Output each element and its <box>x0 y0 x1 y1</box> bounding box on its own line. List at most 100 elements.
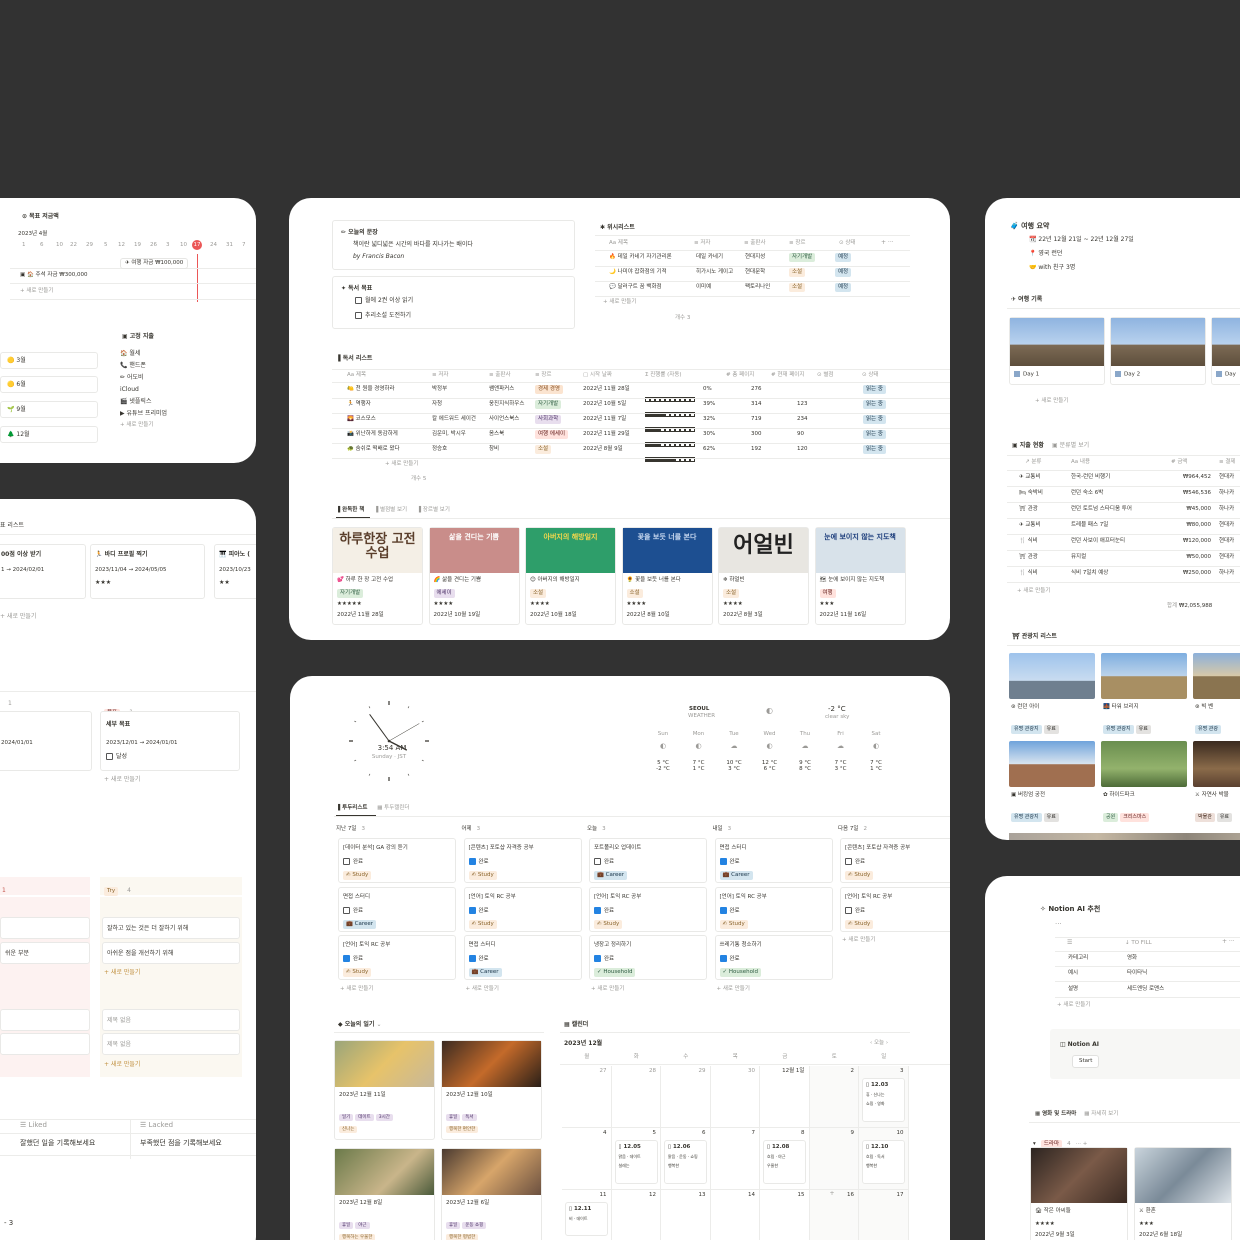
calendar-event[interactable]: ▯ 12.10 흐림 · 독서 행복한 <box>862 1140 905 1184</box>
trip-day-card[interactable]: Day 1 <box>1009 317 1105 385</box>
calendar-day-cell[interactable]: 17 <box>859 1190 909 1240</box>
book-title-cell[interactable]: 📸 위난하게 동감하게 <box>347 431 398 438</box>
calendar-day-cell[interactable]: 12월 1일 <box>760 1066 810 1128</box>
todo-add[interactable]: + 새로 만들기 <box>717 986 750 993</box>
wish-add[interactable]: + 새로 만들기 <box>603 299 636 306</box>
todo-check[interactable]: 완료 <box>719 858 740 866</box>
retro-card[interactable]: 잘하고 있는 것은 더 잘하기 위해 <box>102 917 240 939</box>
checkbox-icon[interactable] <box>343 858 350 865</box>
diary-card[interactable]: 2023년 12월 11일 일기 데이트 3시간 신나는 <box>334 1040 435 1140</box>
calendar-day-cell[interactable]: 29 <box>661 1066 711 1128</box>
checkbox-icon[interactable] <box>594 906 601 914</box>
tour-card[interactable]: ▣ 버킹엄 궁전 유명 관광지 유료 <box>1009 741 1095 822</box>
checkbox-icon[interactable] <box>845 906 852 914</box>
checkbox-icon[interactable] <box>468 906 476 914</box>
todo-check[interactable]: 완료 <box>845 858 865 866</box>
calendar-day-cell[interactable]: 30 <box>710 1066 760 1128</box>
checkbox-icon[interactable] <box>719 906 727 914</box>
tab-stars[interactable]: ▐ 별점별 보기 <box>374 507 407 513</box>
wish-status-tag[interactable]: 예정 <box>835 253 852 262</box>
spend-add[interactable]: + 새로 만들기 <box>1017 588 1050 595</box>
fixed-item[interactable]: 🎬 넷플릭스 <box>120 398 167 406</box>
todo-check[interactable]: 완료 <box>343 858 363 866</box>
tour-card[interactable]: ⊛ 빅 벤 유명 관광 <box>1193 653 1240 734</box>
spend-desc[interactable]: 한국-런던 비행기 <box>1071 474 1110 481</box>
retro-card[interactable]: 쉬운 부분 <box>0 942 90 964</box>
liked-cell[interactable]: 잘했던 일을 기록해보세요 <box>20 1139 95 1148</box>
calendar-event[interactable]: ▯ 12.05 맑음 · 데이트 설레는 <box>614 1140 658 1184</box>
todo-card[interactable]: 면접 스터디 완료 💼 Career <box>463 935 582 980</box>
goal-checkbox[interactable]: 월에 2권 이상 읽기 <box>355 297 413 305</box>
spend-desc[interactable]: 식비 7일치 예상 <box>1071 570 1108 577</box>
calendar-nav[interactable]: ‹ 오늘 › <box>870 1040 888 1047</box>
movie-card[interactable]: ⚔ 환혼 ★★★ 2022년 6월 18일 <box>1134 1147 1232 1240</box>
todo-card[interactable]: 면접 스터디 완료 💼 Career <box>338 886 456 932</box>
books-add[interactable]: + 새로 만들기 <box>385 461 418 468</box>
trip-add[interactable]: + 새로 만들기 <box>1035 398 1068 405</box>
todo-card[interactable]: [언어] 토익 RC 공부 완료 ✍ Study <box>714 886 833 932</box>
saving-add[interactable]: + 새로 만들기 <box>20 288 53 295</box>
calendar-day-cell[interactable]: 15 <box>760 1190 810 1240</box>
todo-card[interactable]: [언어] 토익 RC 공부 완료 ✍ Study <box>589 886 707 932</box>
month-card[interactable]: 🌲 12월 <box>0 426 98 443</box>
trip-day-card[interactable]: Day 2 <box>1110 317 1206 385</box>
tour-card[interactable]: ⚔ 자연사 박물 박물관 유료 <box>1193 741 1240 822</box>
checkbox-icon[interactable] <box>343 955 350 962</box>
month-card[interactable]: 🟡 3월 <box>0 352 98 369</box>
retro-add[interactable]: + 새로 만들기 <box>104 1061 140 1069</box>
tab-finished[interactable]: ▐ 완독한 책 <box>336 507 364 513</box>
retro-add[interactable]: + 새로 만들기 <box>104 969 140 977</box>
ai-add[interactable]: + 새로 만들기 <box>1057 1002 1090 1009</box>
todo-card[interactable]: 면접 스터디 완료 💼 Career <box>714 838 833 883</box>
book-title-cell[interactable]: 🌄 코스모스 <box>347 416 376 423</box>
goals-add[interactable]: + 새로 만들기 <box>0 613 36 621</box>
fixed-item[interactable]: iCloud <box>120 386 167 394</box>
calendar-day-cell[interactable]: 13 <box>661 1190 711 1240</box>
board-card[interactable]: 세부 목표 2023/12/01 → 2024/01/01 달성 <box>100 711 240 771</box>
tab-todolist[interactable]: ▐ 투두리스트 <box>336 805 367 811</box>
month-card[interactable]: 🌱 9월 <box>0 401 98 418</box>
spend-desc[interactable]: 트레블 패스 7일 <box>1071 522 1108 529</box>
book-title-cell[interactable]: 🐢 숨쉬로 떡배로 왔다 <box>347 446 400 453</box>
checkbox-icon[interactable] <box>719 858 727 865</box>
ai-menu-icon[interactable]: ☰ <box>1067 939 1072 947</box>
book-status-tag[interactable]: 읽는 중 <box>863 385 886 394</box>
checkbox-icon[interactable] <box>468 858 476 865</box>
board-add[interactable]: + 새로 만들기 <box>104 776 140 784</box>
book-status-tag[interactable]: 읽는 중 <box>863 400 886 409</box>
spend-desc[interactable]: 런던 사보이 애프터눈티 <box>1071 538 1125 545</box>
calendar-day-cell[interactable]: 16 <box>809 1190 859 1240</box>
checkbox-icon[interactable] <box>594 858 601 865</box>
todo-card[interactable]: [데이터 분석] GA 강의 듣기 완료 ✍ Study <box>338 838 456 883</box>
checkbox-icon[interactable] <box>468 955 476 962</box>
todo-check[interactable]: 완료 <box>468 858 489 866</box>
todo-add[interactable]: + 새로 만들기 <box>591 986 624 993</box>
todo-check[interactable]: 완료 <box>468 906 489 915</box>
spend-desc[interactable]: 런던 토트넘 스타디움 투어 <box>1071 506 1132 513</box>
goal-card[interactable]: 00점 이상 받기 1 → 2024/02/01 <box>0 544 86 599</box>
retro-card[interactable]: 제목 없음 <box>102 1033 240 1055</box>
goal-checkbox[interactable]: 추리소설 도전하기 <box>355 312 411 320</box>
month-card[interactable]: 🟡 6월 <box>0 376 98 393</box>
ai-more-icon[interactable]: ··· <box>1055 920 1062 929</box>
calendar-day-cell[interactable]: 28 <box>611 1066 661 1128</box>
book-status-tag[interactable]: 읽는 중 <box>863 445 886 454</box>
todo-card[interactable]: 포트폴리오 업데이트 완료 💼 Career <box>589 838 707 883</box>
fixed-add[interactable]: + 새로 만들기 <box>120 422 167 429</box>
tab-todocal[interactable]: ▦ 투두캘린더 <box>377 805 409 811</box>
wish-title-cell[interactable]: 🔥 데일 카네기 자기관리론 <box>609 254 672 261</box>
retro-card[interactable] <box>0 1033 90 1055</box>
todo-card[interactable]: [언어] 토익 RC 공부 완료 ✍ Study <box>463 886 582 932</box>
wish-status-tag[interactable]: 예정 <box>835 268 852 277</box>
checkbox-icon[interactable] <box>343 906 350 914</box>
checkbox-icon[interactable] <box>594 955 601 962</box>
todo-check[interactable]: 완료 <box>343 955 363 963</box>
wish-status-tag[interactable]: 예정 <box>835 283 852 292</box>
fixed-item[interactable]: 🏠 월세 <box>120 350 167 358</box>
tour-card[interactable]: 🌉 타워 브리지 유명 관광지 유료 <box>1101 653 1187 734</box>
calendar-day-cell[interactable]: 14 <box>711 1190 760 1240</box>
calendar-day-cell[interactable]: 7 <box>710 1128 760 1190</box>
goal-card[interactable]: 🏃 바디 프로필 찍기 2023/11/04 → 2024/05/05 ★★★ <box>90 544 205 599</box>
board-card[interactable]: 2024/01/01 <box>0 711 92 771</box>
fixed-item[interactable]: ✏ 어도비 <box>120 374 167 382</box>
